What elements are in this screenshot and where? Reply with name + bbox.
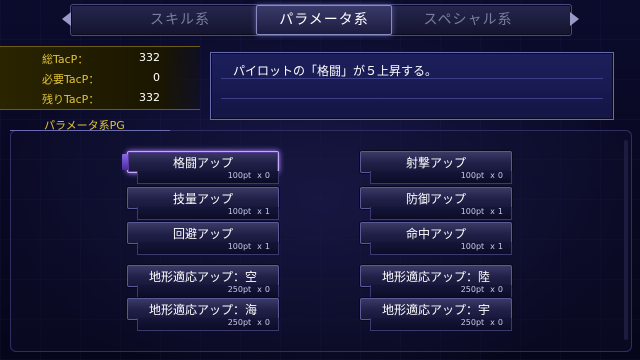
upgrade-label: 命中アップ [405, 227, 466, 241]
cost-readout: 100pt x 1 [137, 207, 279, 220]
upgrade-button-terrain-air[interactable]: 地形適応アップ：空 [127, 265, 279, 287]
upgrade-button-defense[interactable]: 防御アップ [360, 187, 512, 209]
tab-skill[interactable]: スキル系 [110, 6, 250, 34]
message-rule [221, 98, 603, 99]
upgrade-count: 0 [264, 171, 270, 180]
tab-parameter[interactable]: パラメータ系 [256, 5, 392, 35]
cost-multiplier: x [490, 318, 495, 327]
upgrade-button-terrain-sea[interactable]: 地形適応アップ：海 [127, 298, 279, 320]
upgrade-count: 1 [264, 207, 270, 216]
total-tacp-value: 332 [139, 51, 160, 64]
cost-readout: 100pt x 0 [137, 171, 279, 184]
upgrade-label: 地形適応アップ：陸 [381, 270, 490, 284]
upgrade-label: 防御アップ [405, 192, 466, 206]
tacp-stats-panel: 総TacP： 332 必要TacP： 0 残りTacP： 332 [0, 46, 200, 110]
cost-readout: 100pt x 1 [137, 242, 279, 255]
upgrade-count: 0 [497, 318, 503, 327]
cost-readout: 100pt x 0 [370, 171, 512, 184]
total-tacp-row: 総TacP： 332 [0, 48, 200, 68]
section-label: パラメータ系PG [44, 119, 125, 132]
cost-readout: 250pt x 0 [137, 318, 279, 331]
upgrade-label: 地形適応アップ：海 [148, 303, 257, 317]
cost-multiplier: x [257, 207, 262, 216]
upgrade-button-terrain-land[interactable]: 地形適応アップ：陸 [360, 265, 512, 287]
upgrade-count: 0 [497, 171, 503, 180]
cost-points: 100pt [460, 207, 485, 216]
upgrade-count: 0 [264, 318, 270, 327]
cost-multiplier: x [257, 242, 262, 251]
upgrade-button-shooting[interactable]: 射撃アップ [360, 151, 512, 173]
upgrade-count: 1 [264, 242, 270, 251]
upgrade-panel [10, 130, 632, 352]
required-tacp-row: 必要TacP： 0 [0, 68, 200, 88]
cost-readout: 250pt x 0 [370, 318, 512, 331]
tab-special[interactable]: スペシャル系 [398, 6, 538, 34]
tab-prev-icon[interactable] [62, 12, 71, 26]
cost-multiplier: x [490, 285, 495, 294]
cost-points: 250pt [460, 285, 485, 294]
scrollbar[interactable] [624, 140, 628, 340]
required-tacp-label: 必要TacP： [42, 73, 100, 86]
cost-points: 100pt [460, 242, 485, 251]
cost-multiplier: x [257, 171, 262, 180]
cost-readout: 250pt x 0 [137, 285, 279, 298]
upgrade-button-evasion[interactable]: 回避アップ [127, 222, 279, 244]
cost-points: 250pt [460, 318, 485, 327]
cost-readout: 100pt x 1 [370, 242, 512, 255]
upgrade-count: 0 [264, 285, 270, 294]
cost-multiplier: x [490, 171, 495, 180]
upgrade-label: 格闘アップ [172, 156, 233, 170]
cost-readout: 250pt x 0 [370, 285, 512, 298]
upgrade-count: 1 [497, 207, 503, 216]
cost-points: 100pt [227, 242, 252, 251]
upgrade-label: 地形適応アップ：空 [148, 270, 257, 284]
upgrade-label: 地形適応アップ：宇 [381, 303, 490, 317]
tab-next-icon[interactable] [570, 12, 579, 26]
cost-multiplier: x [257, 285, 262, 294]
cost-multiplier: x [490, 207, 495, 216]
remaining-tacp-row: 残りTacP： 332 [0, 88, 200, 108]
remaining-tacp-label: 残りTacP： [42, 93, 100, 106]
required-tacp-value: 0 [153, 71, 160, 84]
description-box: パイロットの「格闘」が５上昇する。 [210, 52, 614, 120]
upgrade-button-skill[interactable]: 技量アップ [127, 187, 279, 209]
cost-points: 100pt [227, 171, 252, 180]
cost-points: 100pt [460, 171, 485, 180]
upgrade-count: 0 [497, 285, 503, 294]
cost-multiplier: x [490, 242, 495, 251]
cost-points: 250pt [227, 285, 252, 294]
remaining-tacp-value: 332 [139, 91, 160, 104]
cost-multiplier: x [257, 318, 262, 327]
cost-points: 100pt [227, 207, 252, 216]
upgrade-button-melee[interactable]: 格闘アップ [122, 151, 279, 173]
upgrade-label: 射撃アップ [405, 156, 466, 170]
upgrade-label: 回避アップ [172, 227, 233, 241]
upgrade-count: 1 [497, 242, 503, 251]
upgrade-button-accuracy[interactable]: 命中アップ [360, 222, 512, 244]
cost-points: 250pt [227, 318, 252, 327]
upgrade-button-terrain-space[interactable]: 地形適応アップ：宇 [360, 298, 512, 320]
cost-readout: 100pt x 1 [370, 207, 512, 220]
upgrade-label: 技量アップ [172, 192, 233, 206]
description-text: パイロットの「格闘」が５上昇する。 [233, 64, 438, 78]
total-tacp-label: 総TacP： [42, 53, 89, 66]
